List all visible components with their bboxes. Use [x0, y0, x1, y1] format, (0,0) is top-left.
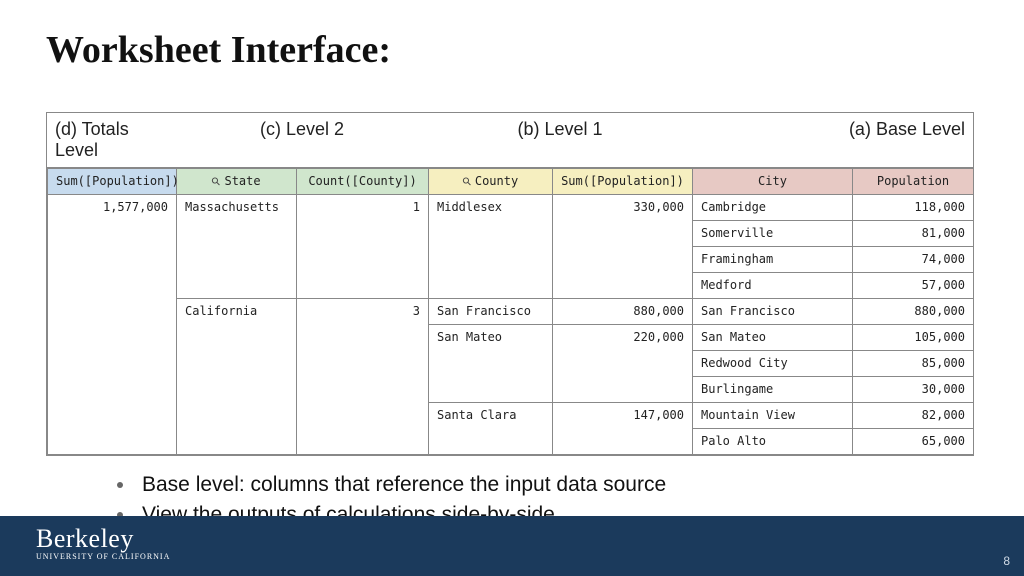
key-icon: ⚲	[209, 174, 224, 189]
berkeley-logo: Berkeley UNIVERSITY OF CALIFORNIA	[36, 524, 170, 561]
level-label-d: (d) Totals Level	[47, 113, 176, 167]
col-header-sum-pop-d: Sum([Population])	[48, 169, 177, 195]
cell-city: Redwood City	[693, 351, 853, 377]
cell-pop: 74,000	[853, 247, 974, 273]
cell-city: Palo Alto	[693, 429, 853, 455]
cell-city: Medford	[693, 273, 853, 299]
slide-footer: Berkeley UNIVERSITY OF CALIFORNIA 8	[0, 516, 1024, 576]
cell-count: 3	[297, 299, 429, 455]
level-label-c: (c) Level 2	[176, 113, 428, 167]
cell-pop: 82,000	[853, 403, 974, 429]
cell-county: San Mateo	[429, 325, 553, 403]
table-body: 1,577,000 Massachusetts 1 Middlesex 330,…	[48, 195, 974, 455]
cell-city: Framingham	[693, 247, 853, 273]
cell-totals-sumpop: 1,577,000	[48, 195, 177, 455]
cell-sumpop: 880,000	[553, 299, 693, 325]
cell-pop: 105,000	[853, 325, 974, 351]
cell-city: Cambridge	[693, 195, 853, 221]
cell-city: Burlingame	[693, 377, 853, 403]
logo-subtext: UNIVERSITY OF CALIFORNIA	[36, 552, 170, 561]
slide-title: Worksheet Interface:	[46, 28, 391, 72]
cell-county: San Francisco	[429, 299, 553, 325]
logo-text: Berkeley	[36, 524, 170, 554]
cell-pop: 81,000	[853, 221, 974, 247]
cell-state: California	[177, 299, 297, 455]
level-labels-row: (d) Totals Level (c) Level 2 (b) Level 1…	[47, 113, 973, 168]
worksheet-table-container: (d) Totals Level (c) Level 2 (b) Level 1…	[46, 112, 974, 456]
worksheet-table: Sum([Population]) ⚲State Count([County])…	[47, 168, 974, 455]
cell-pop: 118,000	[853, 195, 974, 221]
col-header-population: Population	[853, 169, 974, 195]
cell-city: San Francisco	[693, 299, 853, 325]
level-label-b: (b) Level 1	[428, 113, 692, 167]
cell-pop: 85,000	[853, 351, 974, 377]
cell-county: Santa Clara	[429, 403, 553, 455]
cell-pop: 65,000	[853, 429, 974, 455]
cell-count: 1	[297, 195, 429, 299]
col-header-count-county: Count([County])	[297, 169, 429, 195]
table-row: 1,577,000 Massachusetts 1 Middlesex 330,…	[48, 195, 974, 221]
cell-state: Massachusetts	[177, 195, 297, 299]
cell-pop: 880,000	[853, 299, 974, 325]
cell-city: Somerville	[693, 221, 853, 247]
page-number: 8	[1003, 554, 1010, 568]
cell-pop: 57,000	[853, 273, 974, 299]
table-row: California 3 San Francisco 880,000 San F…	[48, 299, 974, 325]
cell-sumpop: 220,000	[553, 325, 693, 403]
col-header-sum-pop-b: Sum([Population])	[553, 169, 693, 195]
key-icon: ⚲	[459, 174, 474, 189]
header-row: Sum([Population]) ⚲State Count([County])…	[48, 169, 974, 195]
col-header-county: ⚲County	[429, 169, 553, 195]
cell-sumpop: 147,000	[553, 403, 693, 455]
bullet-item: Base level: columns that reference the i…	[136, 473, 666, 497]
cell-pop: 30,000	[853, 377, 974, 403]
level-label-a: (a) Base Level	[692, 113, 973, 167]
cell-sumpop: 330,000	[553, 195, 693, 299]
cell-city: San Mateo	[693, 325, 853, 351]
col-header-state: ⚲State	[177, 169, 297, 195]
col-header-city: City	[693, 169, 853, 195]
cell-city: Mountain View	[693, 403, 853, 429]
cell-county: Middlesex	[429, 195, 553, 299]
